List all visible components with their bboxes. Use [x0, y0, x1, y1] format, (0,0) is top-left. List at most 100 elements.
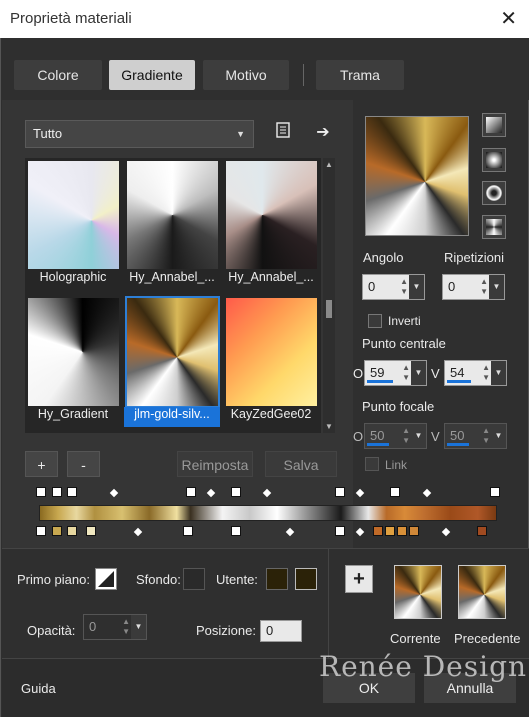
- remove-gradient-button[interactable]: -: [67, 451, 100, 477]
- gradient-swatch: [226, 298, 317, 406]
- transparency-stop[interactable]: [335, 487, 345, 497]
- chevron-down-icon[interactable]: ▼: [409, 275, 424, 299]
- category-dropdown[interactable]: Tutto ▼: [25, 120, 254, 148]
- transparency-stop[interactable]: [36, 487, 46, 497]
- background-swatch[interactable]: [183, 568, 205, 590]
- midpoint-marker[interactable]: [422, 488, 432, 498]
- center-h-input[interactable]: 59 ▲ ▼ ▼: [364, 360, 427, 386]
- chevron-down-icon[interactable]: ▼: [411, 361, 426, 385]
- current-label: Corrente: [390, 631, 441, 646]
- category-value: Tutto: [33, 126, 63, 141]
- repeat-value: 0: [448, 279, 456, 294]
- transparency-stop[interactable]: [231, 487, 241, 497]
- gradient-thumb[interactable]: KayZedGee02: [223, 295, 319, 421]
- user-color-swatch-alt[interactable]: [295, 568, 317, 590]
- color-stop[interactable]: [231, 526, 241, 536]
- gradient-thumb[interactable]: Hy_Annabel_...: [124, 158, 220, 284]
- tab-gradient[interactable]: Gradiente: [109, 60, 195, 90]
- link-checkbox[interactable]: [365, 457, 379, 471]
- background-label: Sfondo:: [136, 572, 181, 587]
- radial-style-button[interactable]: [482, 181, 506, 205]
- title-bar: Proprietà materiali ✕: [0, 0, 529, 38]
- chevron-down-icon[interactable]: ▼: [491, 424, 506, 448]
- spin-arrows-icon[interactable]: ▲ ▼: [400, 277, 408, 297]
- materials-dialog: Colore Gradiente Motivo Trama Tutto ▼ ➔ …: [0, 38, 529, 717]
- center-v-input[interactable]: 54 ▲ ▼ ▼: [444, 360, 507, 386]
- close-icon[interactable]: ✕: [500, 6, 517, 31]
- color-stop[interactable]: [477, 526, 487, 536]
- gradient-thumb[interactable]: Hy_Gradient: [25, 295, 121, 421]
- rectangular-style-button[interactable]: [482, 148, 506, 172]
- spin-arrows-icon[interactable]: ▲ ▼: [402, 426, 410, 446]
- scroll-thumb[interactable]: [326, 300, 332, 318]
- chevron-up-icon[interactable]: ▲: [323, 160, 335, 169]
- center-h-prefix: O: [353, 366, 364, 381]
- value-bar: [367, 380, 393, 383]
- chevron-down-icon: ▼: [236, 129, 245, 139]
- color-stop[interactable]: [183, 526, 193, 536]
- spin-arrows-icon[interactable]: ▲ ▼: [482, 426, 490, 446]
- help-button[interactable]: Guida: [21, 681, 56, 696]
- chevron-down-icon[interactable]: ▼: [131, 615, 146, 639]
- gradient-thumb[interactable]: Holographic: [25, 158, 121, 284]
- color-stop[interactable]: [52, 526, 62, 536]
- tab-color[interactable]: Colore: [14, 60, 102, 90]
- chevron-down-icon[interactable]: ▼: [323, 422, 335, 431]
- midpoint-marker[interactable]: [355, 488, 365, 498]
- color-stop[interactable]: [335, 526, 345, 536]
- opacity-input[interactable]: 0 ▲ ▼ ▼: [83, 614, 147, 640]
- chevron-down-icon[interactable]: ▼: [489, 275, 504, 299]
- linear-style-button[interactable]: [482, 113, 506, 137]
- plus-icon[interactable]: +: [345, 565, 373, 593]
- color-stop[interactable]: [373, 526, 383, 536]
- chevron-down-icon[interactable]: ▼: [491, 361, 506, 385]
- foreground-swatch[interactable]: [95, 568, 117, 590]
- tab-pattern[interactable]: Motivo: [203, 60, 289, 90]
- gradient-swatch: [125, 296, 220, 408]
- color-stop[interactable]: [385, 526, 395, 536]
- transparency-stop[interactable]: [67, 487, 77, 497]
- library-view-icon[interactable]: [272, 122, 294, 144]
- tab-texture[interactable]: Trama: [316, 60, 404, 90]
- focal-h-input[interactable]: 50 ▲ ▼ ▼: [364, 423, 427, 449]
- transparency-stop[interactable]: [52, 487, 62, 497]
- midpoint-marker[interactable]: [441, 527, 451, 537]
- midpoint-marker[interactable]: [355, 527, 365, 537]
- focal-h-value: 50: [370, 428, 385, 443]
- reset-button[interactable]: Reimposta: [177, 451, 253, 477]
- spin-arrows-icon[interactable]: ▲ ▼: [402, 363, 410, 383]
- color-stop[interactable]: [36, 526, 46, 536]
- gradient-bar[interactable]: [39, 505, 497, 521]
- color-stop[interactable]: [397, 526, 407, 536]
- library-scrollbar[interactable]: ▲ ▼: [323, 158, 335, 433]
- angle-input[interactable]: 0 ▲ ▼ ▼: [362, 274, 425, 300]
- transparency-stop[interactable]: [490, 487, 500, 497]
- spin-arrows-icon[interactable]: ▲ ▼: [482, 363, 490, 383]
- spin-arrows-icon[interactable]: ▲ ▼: [122, 617, 130, 637]
- user-color-swatch[interactable]: [266, 568, 288, 590]
- gradient-thumb[interactable]: Hy_Annabel_...: [223, 158, 319, 284]
- position-input[interactable]: 0: [260, 620, 302, 642]
- gradient-preview[interactable]: [365, 116, 469, 236]
- sunburst-style-button[interactable]: [482, 215, 506, 239]
- invert-checkbox[interactable]: [368, 314, 382, 328]
- spin-arrows-icon[interactable]: ▲ ▼: [480, 277, 488, 297]
- color-stop[interactable]: [409, 526, 419, 536]
- previous-material-swatch[interactable]: [458, 565, 506, 619]
- save-button[interactable]: Salva: [265, 451, 337, 477]
- focal-v-input[interactable]: 50 ▲ ▼ ▼: [444, 423, 507, 449]
- invert-label: Inverti: [388, 314, 421, 328]
- color-stop[interactable]: [86, 526, 96, 536]
- transparency-stop[interactable]: [186, 487, 196, 497]
- repeat-input[interactable]: 0 ▲ ▼ ▼: [442, 274, 505, 300]
- current-material-swatch[interactable]: [394, 565, 442, 619]
- color-stop[interactable]: [67, 526, 77, 536]
- focal-h-prefix: O: [353, 429, 364, 444]
- gradient-thumb-selected[interactable]: jlm-gold-silv...: [124, 295, 220, 427]
- chevron-down-icon[interactable]: ▼: [411, 424, 426, 448]
- position-label: Posizione:: [196, 623, 256, 638]
- add-gradient-button[interactable]: +: [25, 451, 58, 477]
- gradient-name: KayZedGee02: [230, 407, 312, 421]
- arrow-right-icon[interactable]: ➔: [312, 122, 334, 144]
- transparency-stop[interactable]: [390, 487, 400, 497]
